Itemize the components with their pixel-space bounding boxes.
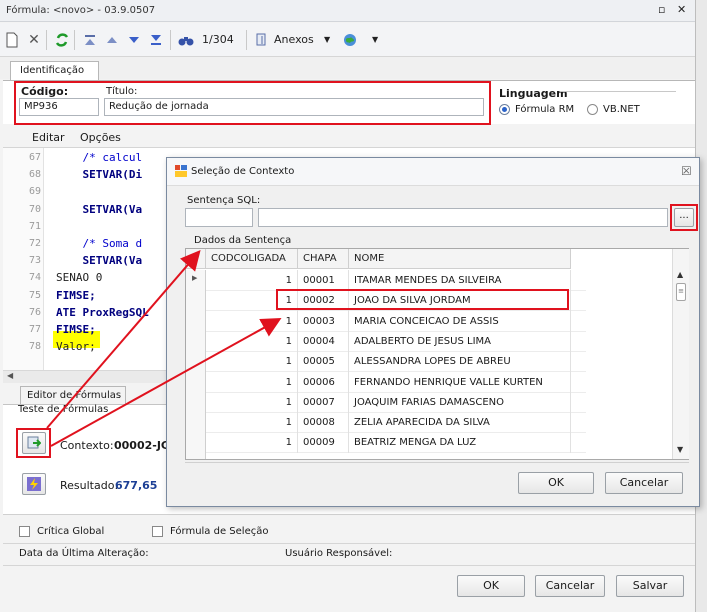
annotation-arrows bbox=[46, 249, 282, 447]
arrow-to-sql-field bbox=[46, 249, 201, 429]
